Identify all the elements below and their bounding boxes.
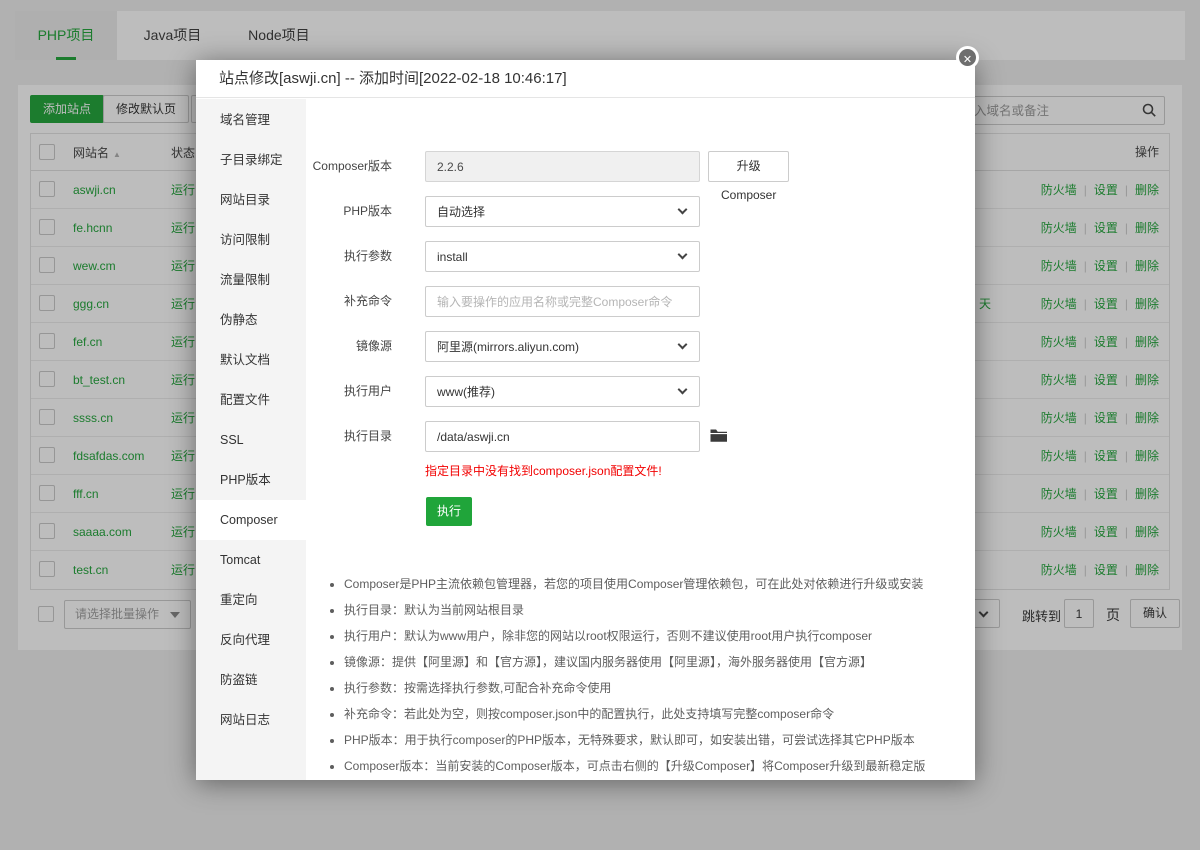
sidebar-item-hotlink[interactable]: 防盗链: [196, 660, 306, 700]
site-edit-modal: 站点修改[aswji.cn] -- 添加时间[2022-02-18 10:46:…: [196, 60, 975, 780]
close-icon[interactable]: ✕: [956, 46, 979, 69]
php-version-label: PHP版本: [306, 196, 392, 227]
composer-version-label: Composer版本: [306, 151, 392, 182]
help-item: 执行目录：默认为当前网站根目录: [344, 597, 960, 623]
exec-dir-input[interactable]: [425, 421, 700, 452]
sidebar-item-subdir[interactable]: 子目录绑定: [196, 140, 306, 180]
sidebar-item-domain[interactable]: 域名管理: [196, 100, 306, 140]
upgrade-composer-button[interactable]: 升级Composer: [708, 151, 789, 182]
sidebar-item-access-limit[interactable]: 访问限制: [196, 220, 306, 260]
help-item: 补充命令：若此处为空，则按composer.json中的配置执行，此处支持填写完…: [344, 701, 960, 727]
sidebar-item-sitedir[interactable]: 网站目录: [196, 180, 306, 220]
help-item: 镜像源：提供【阿里源】和【官方源】，建议国内服务器使用【阿里源】，海外服务器使用…: [344, 649, 960, 675]
exec-params-select[interactable]: install: [425, 241, 700, 272]
exec-user-label: 执行用户: [306, 376, 392, 407]
sidebar-item-composer[interactable]: Composer: [196, 500, 306, 540]
composer-json-error-message: 指定目录中没有找到composer.json配置文件!: [425, 462, 662, 479]
sidebar-item-tomcat[interactable]: Tomcat: [196, 540, 306, 580]
sidebar-item-rewrite[interactable]: 伪静态: [196, 300, 306, 340]
extra-command-label: 补充命令: [306, 286, 392, 317]
sidebar-item-redirect[interactable]: 重定向: [196, 580, 306, 620]
composer-help-list: Composer是PHP主流依赖包管理器，若您的项目使用Composer管理依赖…: [330, 571, 960, 779]
help-item: Composer版本：当前安装的Composer版本，可点击右侧的【升级Comp…: [344, 753, 960, 779]
composer-version-value: [425, 151, 700, 182]
mirror-select[interactable]: 阿里源(mirrors.aliyun.com): [425, 331, 700, 362]
modal-sidebar: 域名管理 子目录绑定 网站目录 访问限制 流量限制 伪静态 默认文档 配置文件 …: [196, 99, 306, 780]
extra-command-input[interactable]: [425, 286, 700, 317]
exec-user-select[interactable]: www(推荐): [425, 376, 700, 407]
sidebar-item-ssl[interactable]: SSL: [196, 420, 306, 460]
composer-panel: Composer版本 升级Composer PHP版本 自动选择 执行参数: [306, 99, 975, 780]
php-version-select[interactable]: 自动选择: [425, 196, 700, 227]
execute-button[interactable]: 执行: [426, 497, 472, 526]
sidebar-item-config-file[interactable]: 配置文件: [196, 380, 306, 420]
help-item: 执行用户：默认为www用户，除非您的网站以root权限运行，否则不建议使用roo…: [344, 623, 960, 649]
sidebar-item-site-log[interactable]: 网站日志: [196, 700, 306, 740]
exec-params-label: 执行参数: [306, 241, 392, 272]
help-item: Composer是PHP主流依赖包管理器，若您的项目使用Composer管理依赖…: [344, 571, 960, 597]
sidebar-item-traffic-limit[interactable]: 流量限制: [196, 260, 306, 300]
folder-icon[interactable]: [710, 428, 728, 448]
sidebar-item-reverse-proxy[interactable]: 反向代理: [196, 620, 306, 660]
page-background: PHP项目 Java项目 Node项目 添加站点 修改默认页: [0, 0, 1200, 850]
help-item: 执行参数：按需选择执行参数,可配合补充命令使用: [344, 675, 960, 701]
help-item: PHP版本：用于执行composer的PHP版本，无特殊要求，默认即可，如安装出…: [344, 727, 960, 753]
exec-dir-label: 执行目录: [306, 421, 392, 452]
sidebar-item-default-doc[interactable]: 默认文档: [196, 340, 306, 380]
mirror-label: 镜像源: [306, 331, 392, 362]
modal-title: 站点修改[aswji.cn] -- 添加时间[2022-02-18 10:46:…: [196, 60, 975, 98]
sidebar-item-php-version[interactable]: PHP版本: [196, 460, 306, 500]
